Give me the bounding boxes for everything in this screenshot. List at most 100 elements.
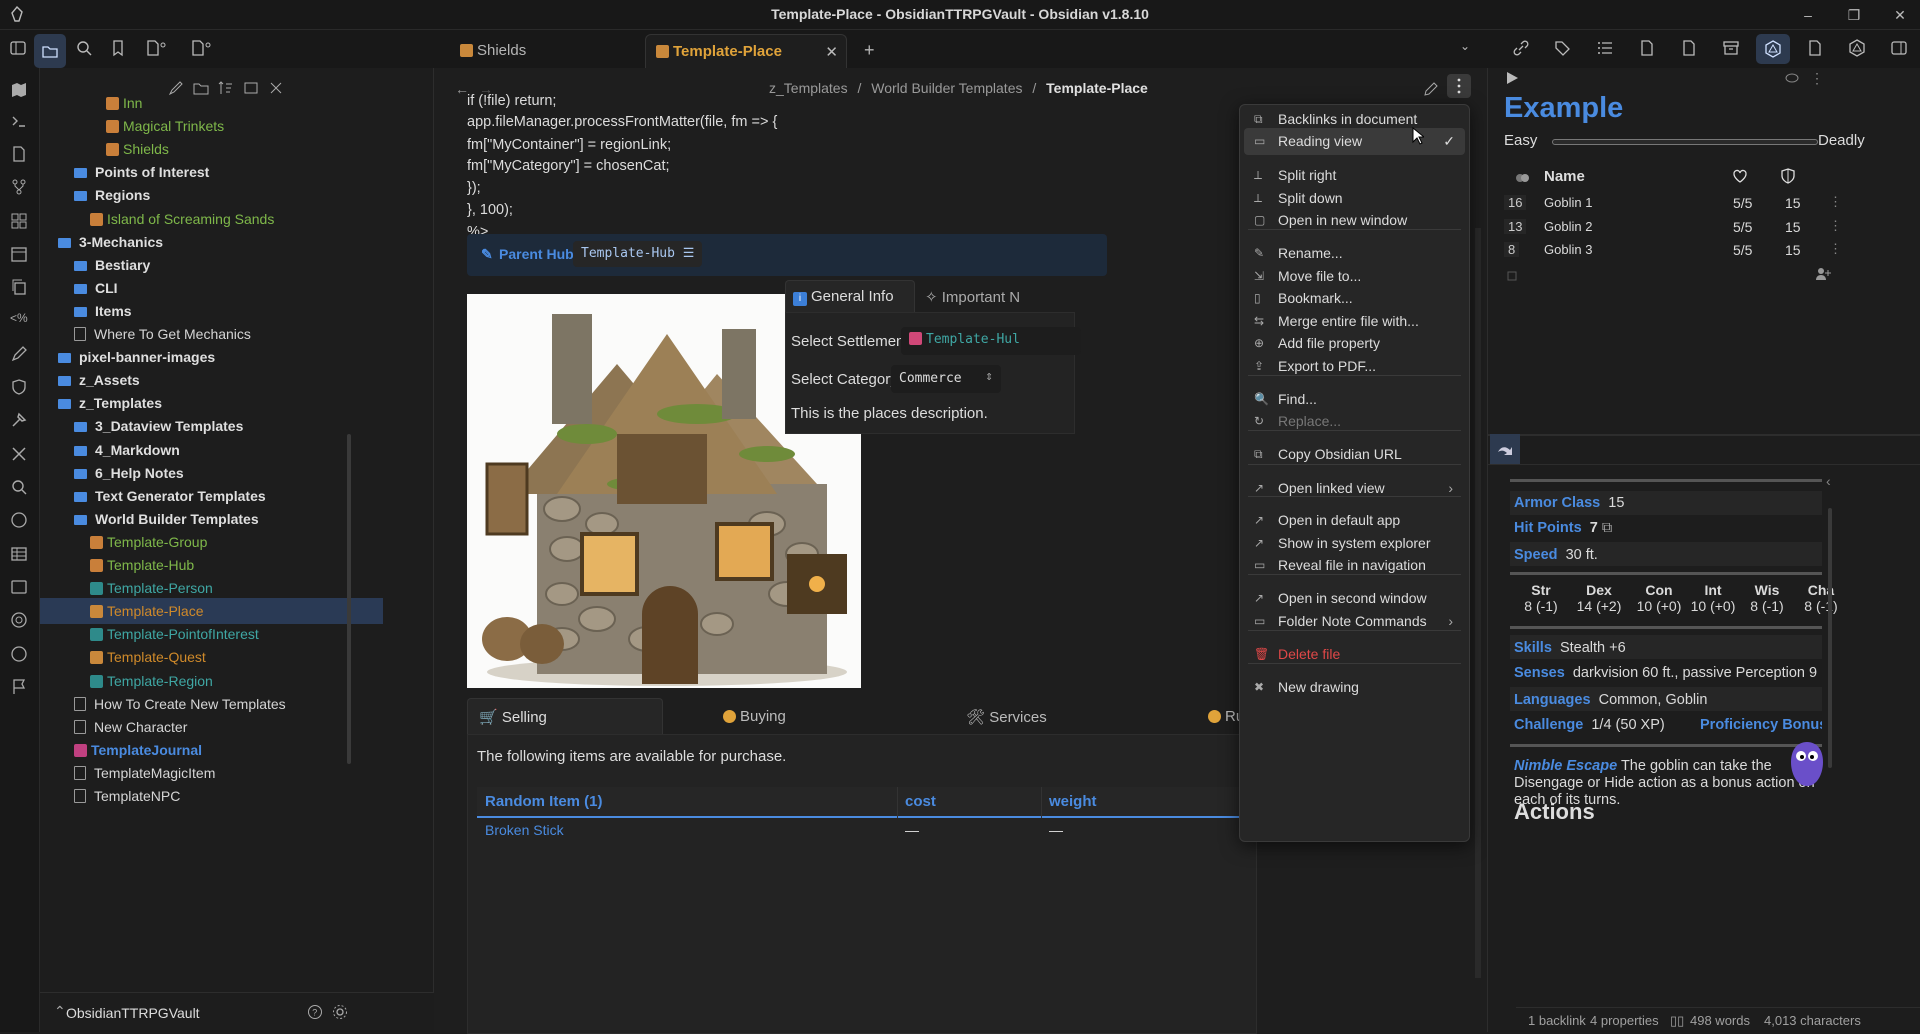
list-icon[interactable]: [1596, 39, 1616, 59]
file-item[interactable]: TemplateNPC: [74, 783, 180, 809]
chevron-left-icon[interactable]: ‹: [1826, 473, 1831, 489]
file-item[interactable]: Where To Get Mechanics: [74, 321, 251, 347]
link-icon[interactable]: [1512, 39, 1532, 59]
calendar-icon[interactable]: [10, 245, 30, 265]
folder-item[interactable]: Regions: [74, 182, 150, 208]
file-item[interactable]: Shields: [106, 136, 169, 162]
more-vertical-icon[interactable]: ⋮: [1829, 218, 1842, 234]
folder-item[interactable]: 4_Markdown: [74, 437, 180, 463]
file-pin-icon-2[interactable]: [190, 39, 211, 59]
ability-value[interactable]: 10 (+0): [1630, 598, 1688, 614]
file-icon-2[interactable]: [1680, 39, 1700, 59]
folder-item[interactable]: 3-Mechanics: [58, 229, 163, 255]
file-item[interactable]: Magical Trinkets: [106, 113, 224, 139]
file-item[interactable]: Template-Person: [90, 575, 213, 601]
help-icon[interactable]: ?: [307, 1004, 323, 1020]
close-window-button[interactable]: ✕: [1890, 5, 1910, 25]
git-fork-icon[interactable]: [10, 178, 30, 198]
creature-row[interactable]: 13 Goblin 2 5/5 15 ⋮: [1504, 216, 1842, 238]
ability-value[interactable]: 8 (-1): [1792, 598, 1850, 614]
file-item[interactable]: Template-Place: [40, 598, 383, 625]
file-plus-icon[interactable]: [10, 145, 30, 165]
reading-icon[interactable]: ▯▯: [1670, 1008, 1684, 1033]
ability-value[interactable]: 8 (-1): [1512, 598, 1570, 614]
dice-tab-button[interactable]: [1756, 34, 1790, 64]
ability-value[interactable]: 10 (+0): [1684, 598, 1742, 614]
folder-item[interactable]: Points of Interest: [74, 159, 209, 185]
search-icon[interactable]: [75, 39, 95, 59]
eye-icon[interactable]: [1784, 70, 1800, 86]
menu-item-new-drawing[interactable]: ✖ New drawing: [1244, 674, 1465, 701]
folder-item[interactable]: 3_Dataview Templates: [74, 413, 243, 439]
more-vertical-icon[interactable]: ⋮: [1810, 70, 1824, 87]
more-vertical-icon[interactable]: ⋮: [1829, 241, 1842, 257]
edit-pencil-icon[interactable]: [1423, 81, 1439, 97]
file-icon[interactable]: [1638, 39, 1658, 59]
new-tab-button[interactable]: +: [854, 32, 885, 66]
ability-value[interactable]: 8 (-1): [1738, 598, 1796, 614]
menu-item-open-linked-view[interactable]: ↗ Open linked view ›: [1244, 475, 1465, 502]
category-select[interactable]: Commerce ⇕: [891, 365, 1001, 393]
file-pin-icon[interactable]: [145, 39, 166, 59]
smile-icon[interactable]: [10, 511, 30, 531]
tab-buying[interactable]: Buying: [723, 708, 786, 725]
folder-item[interactable]: 6_Help Notes: [74, 460, 184, 486]
explorer-scrollbar[interactable]: [347, 434, 351, 764]
add-creature-icon[interactable]: [1815, 266, 1831, 282]
file-icon-3[interactable]: [1806, 39, 1826, 59]
file-item[interactable]: Template-Quest: [90, 644, 206, 670]
vault-switcher[interactable]: ⌃ ObsidianTTRPGVault ?: [40, 992, 434, 1032]
files-tab-button[interactable]: [34, 34, 66, 68]
tab-services[interactable]: 🛠 Services: [966, 708, 1047, 726]
bookmark-icon[interactable]: [109, 39, 129, 59]
creature-row[interactable]: 8 Goblin 3 5/5 15 ⋮: [1504, 239, 1842, 261]
file-item[interactable]: Template-Region: [90, 668, 213, 694]
table-cell-link[interactable]: Broken Stick: [485, 822, 564, 838]
right-sidebar-toggle-icon[interactable]: [1890, 39, 1910, 59]
more-vertical-icon[interactable]: ⋮: [1829, 194, 1842, 210]
flag-icon[interactable]: [10, 678, 30, 698]
percent-code-icon[interactable]: <%: [10, 311, 30, 331]
tab-template-place[interactable]: Template-Place ✕: [645, 34, 847, 68]
tab-shields[interactable]: Shields: [450, 34, 536, 68]
table-icon[interactable]: [10, 545, 30, 565]
settings-gear-icon[interactable]: [332, 1004, 348, 1020]
folder-item[interactable]: World Builder Templates: [74, 506, 259, 532]
minimize-button[interactable]: –: [1798, 5, 1818, 25]
edit-icon[interactable]: [10, 345, 30, 365]
copy-icon[interactable]: [10, 278, 30, 298]
folder-item[interactable]: pixel-banner-images: [58, 344, 215, 370]
backlink-count[interactable]: 1 backlink: [1528, 1008, 1586, 1033]
card-icon[interactable]: [10, 578, 30, 598]
file-item[interactable]: Template-PointofInterest: [90, 621, 259, 647]
file-item[interactable]: Template-Hub: [90, 552, 194, 578]
ability-value[interactable]: 14 (+2): [1570, 598, 1628, 614]
archive-icon[interactable]: [1722, 39, 1742, 59]
file-item[interactable]: Template-Group: [90, 529, 207, 555]
file-item[interactable]: New Character: [74, 714, 187, 740]
properties-count[interactable]: 4 properties: [1590, 1008, 1659, 1033]
tags-icon[interactable]: [1554, 39, 1574, 59]
folder-item[interactable]: Bestiary: [74, 252, 150, 278]
shield-icon[interactable]: [10, 378, 30, 398]
file-item[interactable]: TemplateMagicItem: [74, 760, 215, 786]
chevron-down-icon[interactable]: ⌄: [1460, 39, 1480, 59]
map-icon[interactable]: [10, 81, 30, 101]
folder-item[interactable]: CLI: [74, 275, 118, 301]
copy-icon[interactable]: [1504, 268, 1518, 282]
folder-item[interactable]: Items: [74, 298, 132, 324]
statblock-scrollbar[interactable]: [1828, 508, 1832, 768]
breadcrumb-item[interactable]: World Builder Templates: [871, 80, 1022, 96]
breadcrumb-current[interactable]: Template-Place: [1046, 80, 1148, 96]
file-item[interactable]: TemplateJournal: [74, 737, 202, 763]
folder-item[interactable]: Text Generator Templates: [74, 483, 266, 509]
file-item[interactable]: Island of Screaming Sands: [90, 206, 274, 232]
initiative-value[interactable]: 13: [1504, 218, 1527, 234]
grid-icon[interactable]: [10, 212, 30, 232]
file-item[interactable]: Inn: [106, 90, 142, 116]
tab-important[interactable]: ✧ Important N: [925, 288, 1055, 306]
sidebar-toggle-icon[interactable]: [9, 39, 29, 59]
close-tab-icon[interactable]: ✕: [825, 43, 838, 61]
terminal-icon[interactable]: [10, 112, 30, 132]
file-item[interactable]: How To Create New Templates: [74, 691, 286, 717]
